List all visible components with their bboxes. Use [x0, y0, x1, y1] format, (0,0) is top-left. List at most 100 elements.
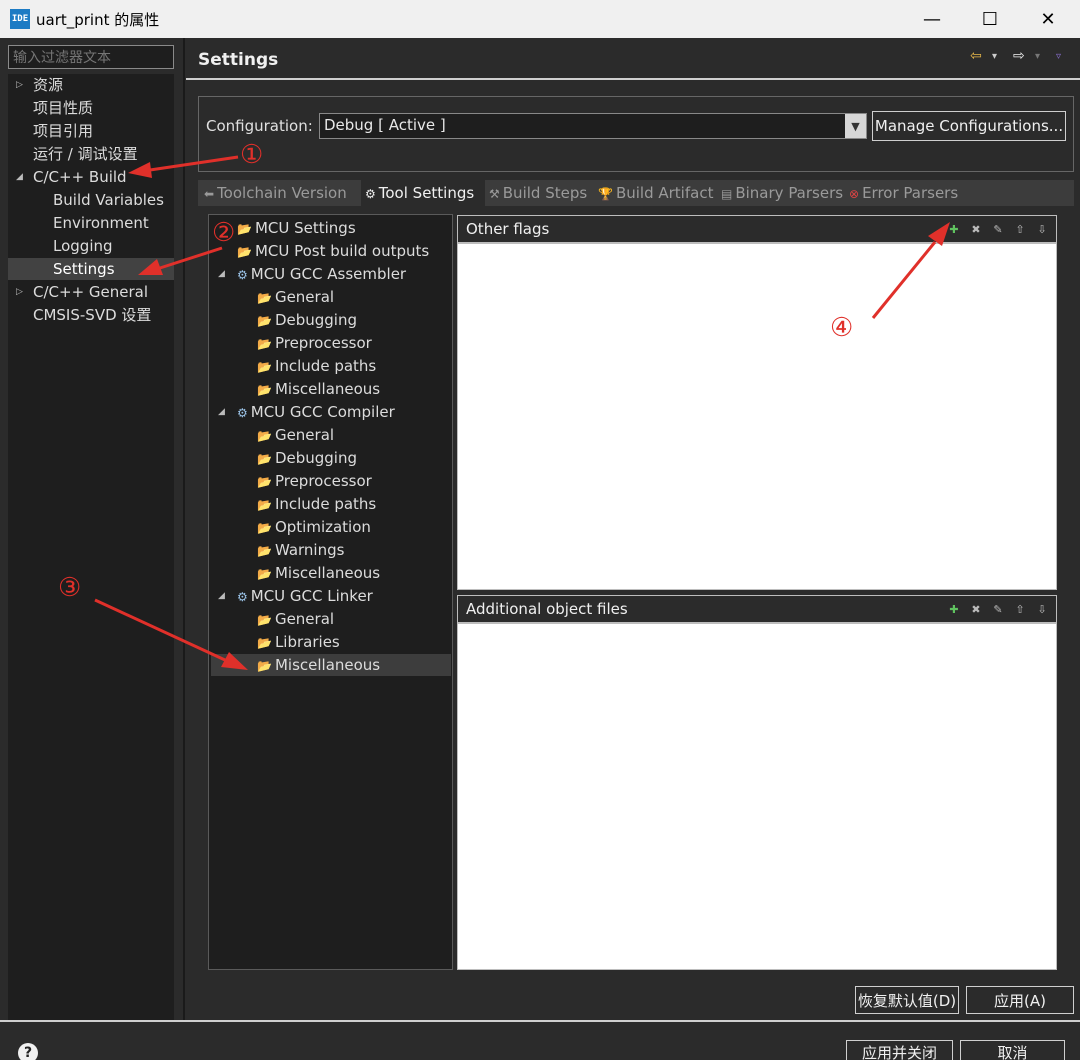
- tree-item-asm-general[interactable]: 📂 General: [257, 286, 334, 308]
- folder-icon: 📂: [237, 222, 252, 236]
- forward-arrow-icon[interactable]: ⇨: [1013, 48, 1025, 64]
- object-files-header: Additional object files ✚ ✖ ✎ ⇧ ⇩: [457, 595, 1057, 623]
- folder-icon: 📂: [257, 291, 272, 305]
- collapse-icon[interactable]: ◢: [218, 407, 225, 417]
- tree-item-asm-include-paths[interactable]: 📂 Include paths: [257, 355, 376, 377]
- minimize-button[interactable]: —: [903, 0, 961, 38]
- add-icon[interactable]: ✚: [946, 221, 962, 237]
- expand-icon[interactable]: ▷: [16, 80, 23, 90]
- tab-error-parsers[interactable]: ⊗ Error Parsers: [849, 180, 965, 206]
- tree-item-assembler[interactable]: ⚙ MCU GCC Assembler: [237, 263, 406, 285]
- tree-item-cc-include-paths[interactable]: 📂 Include paths: [257, 493, 376, 515]
- tree-label: Debugging: [274, 311, 357, 329]
- view-menu-icon[interactable]: ▿: [1056, 51, 1061, 62]
- move-down-icon[interactable]: ⇩: [1034, 221, 1050, 237]
- back-arrow-icon[interactable]: ⇦: [970, 48, 982, 64]
- nav-item-resource[interactable]: 资源: [33, 74, 63, 96]
- nav-item-settings[interactable]: Settings: [8, 258, 174, 280]
- annotation-number-3: ③: [58, 573, 82, 603]
- back-menu-icon[interactable]: ▾: [992, 51, 997, 62]
- tree-label: General: [274, 426, 335, 444]
- tree-item-compiler[interactable]: ⚙ MCU GCC Compiler: [237, 401, 395, 423]
- nav-item-cmsis-svd[interactable]: CMSIS-SVD 设置: [33, 304, 151, 326]
- other-flags-list[interactable]: [457, 243, 1057, 590]
- expand-icon[interactable]: ▷: [16, 287, 23, 297]
- forward-menu-icon[interactable]: ▾: [1035, 51, 1040, 62]
- tree-item-cc-debugging[interactable]: 📂 Debugging: [257, 447, 357, 469]
- tree-label: Warnings: [274, 541, 345, 559]
- manage-configurations-button[interactable]: Manage Configurations...: [872, 111, 1066, 141]
- tree-item-cc-warnings[interactable]: 📂 Warnings: [257, 539, 344, 561]
- tree-label: Debugging: [274, 449, 357, 467]
- collapse-icon[interactable]: ◢: [218, 269, 225, 279]
- maximize-button[interactable]: ☐: [961, 0, 1019, 38]
- trophy-icon: 🏆: [598, 187, 613, 201]
- apply-and-close-button[interactable]: 应用并关闭: [846, 1040, 953, 1060]
- delete-icon[interactable]: ✖: [968, 601, 984, 617]
- minimize-icon: —: [923, 8, 941, 30]
- collapse-icon[interactable]: ◢: [16, 172, 23, 182]
- nav-item-build-variables[interactable]: Build Variables: [53, 189, 164, 211]
- folder-icon: 📂: [257, 636, 272, 650]
- maximize-icon: ☐: [981, 8, 999, 30]
- tab-label: Toolchain Version: [217, 184, 347, 202]
- tree-item-asm-debugging[interactable]: 📂 Debugging: [257, 309, 357, 331]
- chevron-down-icon[interactable]: ▼: [845, 114, 866, 138]
- annotation-number-4: ④: [830, 313, 854, 343]
- configuration-select[interactable]: Debug [ Active ]: [319, 113, 867, 139]
- move-up-icon[interactable]: ⇧: [1012, 221, 1028, 237]
- delete-icon[interactable]: ✖: [968, 221, 984, 237]
- tab-label: Build Artifact: [615, 184, 714, 202]
- tree-label: MCU GCC Assembler: [250, 265, 407, 283]
- tab-toolchain-version[interactable]: ⬅ Toolchain Version: [200, 180, 359, 206]
- gear-icon: ⚙: [365, 187, 376, 201]
- folder-icon: 📂: [257, 314, 272, 328]
- tab-label: Build Steps: [502, 184, 588, 202]
- nav-item-logging[interactable]: Logging: [53, 235, 113, 257]
- object-files-list[interactable]: [457, 623, 1057, 970]
- tree-item-asm-preprocessor[interactable]: 📂 Preprocessor: [257, 332, 372, 354]
- tab-label: Error Parsers: [862, 184, 959, 202]
- folder-icon: 📂: [257, 337, 272, 351]
- tree-item-mcu-post-build[interactable]: 📂 MCU Post build outputs: [237, 240, 429, 262]
- move-up-icon[interactable]: ⇧: [1012, 601, 1028, 617]
- tool-tree: 📂 MCU Settings 📂 MCU Post build outputs ◢ …: [208, 214, 453, 970]
- tree-item-asm-misc[interactable]: 📂 Miscellaneous: [257, 378, 380, 400]
- nav-item-cpp-general[interactable]: C/C++ General: [33, 281, 148, 303]
- nav-item-cpp-build[interactable]: C/C++ Build: [33, 166, 127, 188]
- tree-label: MCU GCC Linker: [250, 587, 373, 605]
- tree-item-cc-optimization[interactable]: 📂 Optimization: [257, 516, 371, 538]
- close-button[interactable]: ✕: [1019, 0, 1077, 38]
- footer-separator: [0, 1020, 1080, 1022]
- tree-item-linker[interactable]: ⚙ MCU GCC Linker: [237, 585, 373, 607]
- move-down-icon[interactable]: ⇩: [1034, 601, 1050, 617]
- tab-binary-parsers[interactable]: ▤ Binary Parsers: [721, 180, 845, 206]
- tree-item-ld-general[interactable]: 📂 General: [257, 608, 334, 630]
- tree-item-cc-preprocessor[interactable]: 📂 Preprocessor: [257, 470, 372, 492]
- tree-item-cc-misc[interactable]: 📂 Miscellaneous: [257, 562, 380, 584]
- tree-item-mcu-settings[interactable]: 📂 MCU Settings: [237, 217, 356, 239]
- tab-label: Tool Settings: [378, 184, 475, 202]
- tab-tool-settings[interactable]: ⚙ Tool Settings: [361, 180, 485, 206]
- nav-item-run-debug[interactable]: 运行 / 调试设置: [33, 143, 138, 165]
- filter-input[interactable]: [8, 45, 174, 69]
- apply-button[interactable]: 应用(A): [966, 986, 1074, 1014]
- nav-item-project-nature[interactable]: 项目性质: [33, 97, 93, 119]
- add-icon[interactable]: ✚: [946, 601, 962, 617]
- help-icon[interactable]: ?: [18, 1043, 38, 1060]
- tree-item-ld-misc[interactable]: 📂 Miscellaneous: [211, 654, 451, 676]
- restore-defaults-button[interactable]: 恢复默认值(D): [855, 986, 959, 1014]
- tree-label: Miscellaneous: [274, 656, 381, 674]
- cancel-button[interactable]: 取消: [960, 1040, 1065, 1060]
- tree-item-ld-libraries[interactable]: 📂 Libraries: [257, 631, 340, 653]
- collapse-icon[interactable]: ◢: [218, 591, 225, 601]
- edit-icon[interactable]: ✎: [990, 601, 1006, 617]
- tree-item-cc-general[interactable]: 📂 General: [257, 424, 334, 446]
- other-flags-header: Other flags ✚ ✖ ✎ ⇧ ⇩: [457, 215, 1057, 243]
- nav-item-environment[interactable]: Environment: [53, 212, 149, 234]
- gear-icon: ⚙: [237, 268, 248, 282]
- tab-build-artifact[interactable]: 🏆 Build Artifact: [598, 180, 716, 206]
- edit-icon[interactable]: ✎: [990, 221, 1006, 237]
- nav-item-project-refs[interactable]: 项目引用: [33, 120, 93, 142]
- tab-build-steps[interactable]: ⚒ Build Steps: [489, 180, 593, 206]
